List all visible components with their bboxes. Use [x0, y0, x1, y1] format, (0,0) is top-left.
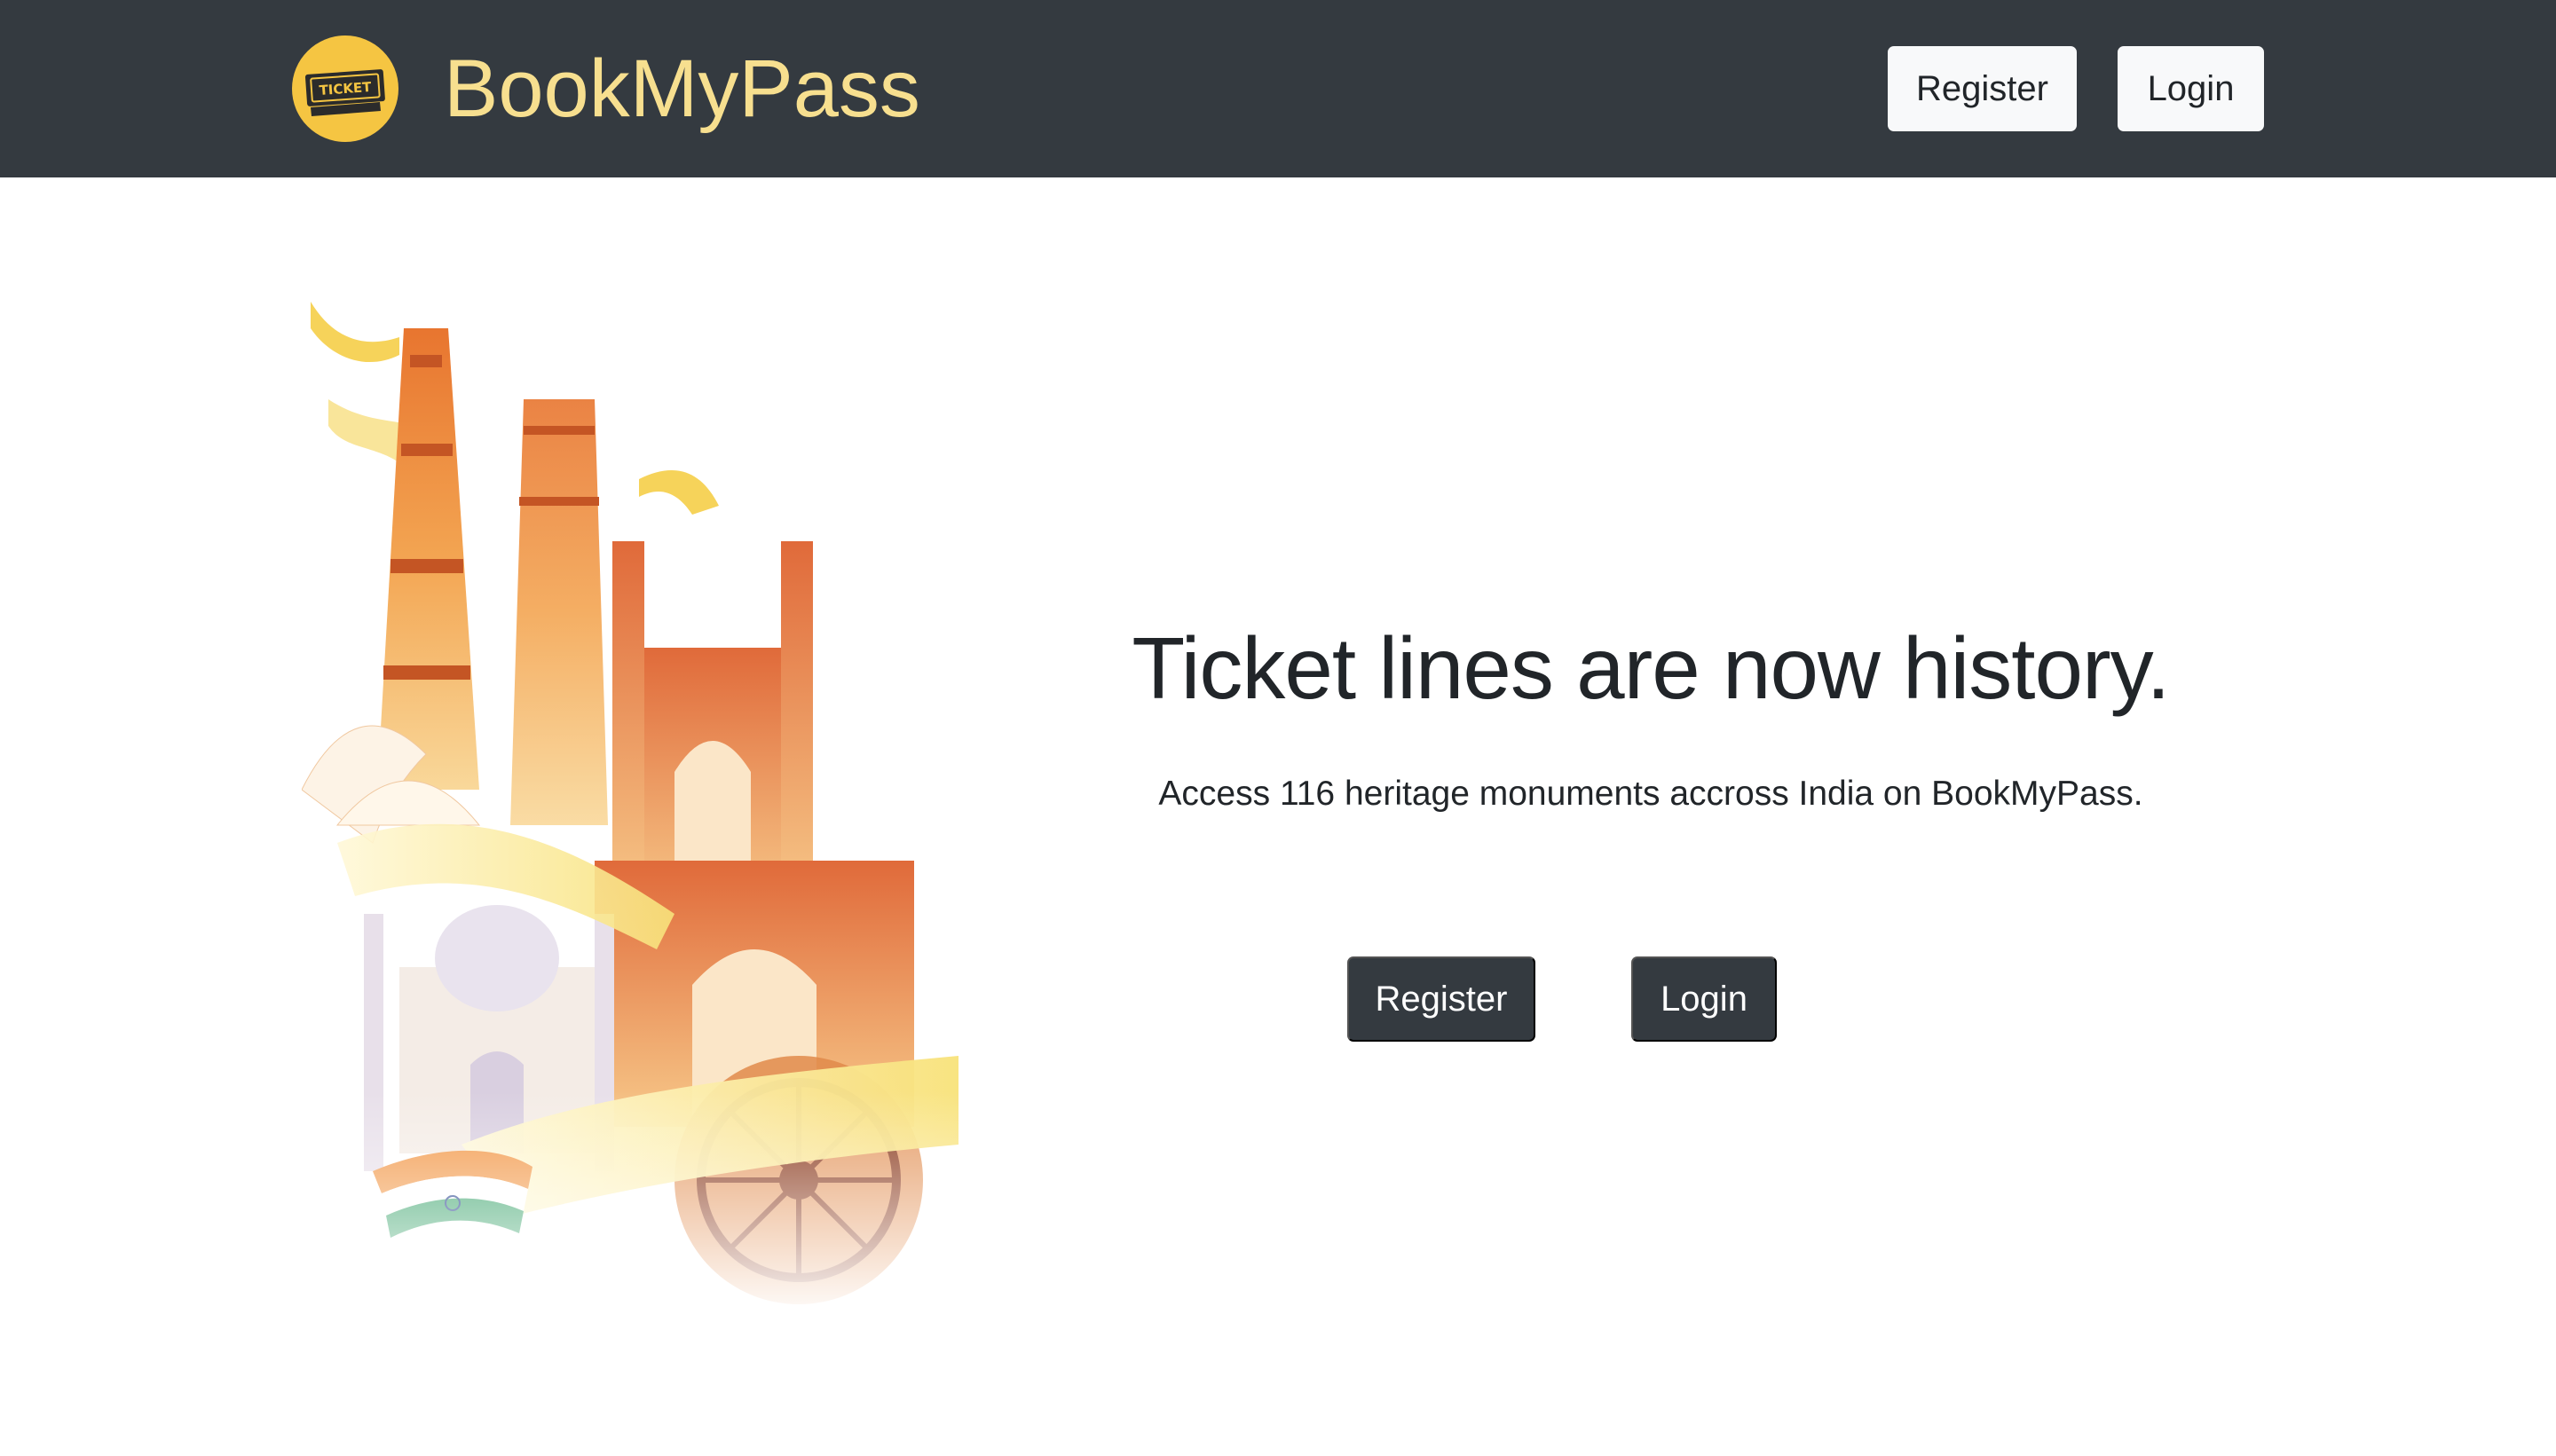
top-navbar: TICKET BookMyPass Register Login [0, 0, 2556, 177]
brand-link[interactable]: TICKET BookMyPass [291, 34, 920, 144]
brand-name: BookMyPass [444, 43, 920, 134]
nav-login-button[interactable]: Login [2118, 46, 2264, 131]
heritage-monuments-illustration [302, 302, 967, 1322]
hero-title: Ticket lines are now history. [1132, 619, 2170, 717]
nav-register-button[interactable]: Register [1888, 46, 2077, 131]
hero-register-button[interactable]: Register [1347, 956, 1535, 1042]
ticket-logo-icon: TICKET [292, 35, 398, 142]
hero-login-button[interactable]: Login [1631, 956, 1777, 1042]
hero-subtitle: Access 116 heritage monuments accross In… [1158, 775, 2143, 813]
